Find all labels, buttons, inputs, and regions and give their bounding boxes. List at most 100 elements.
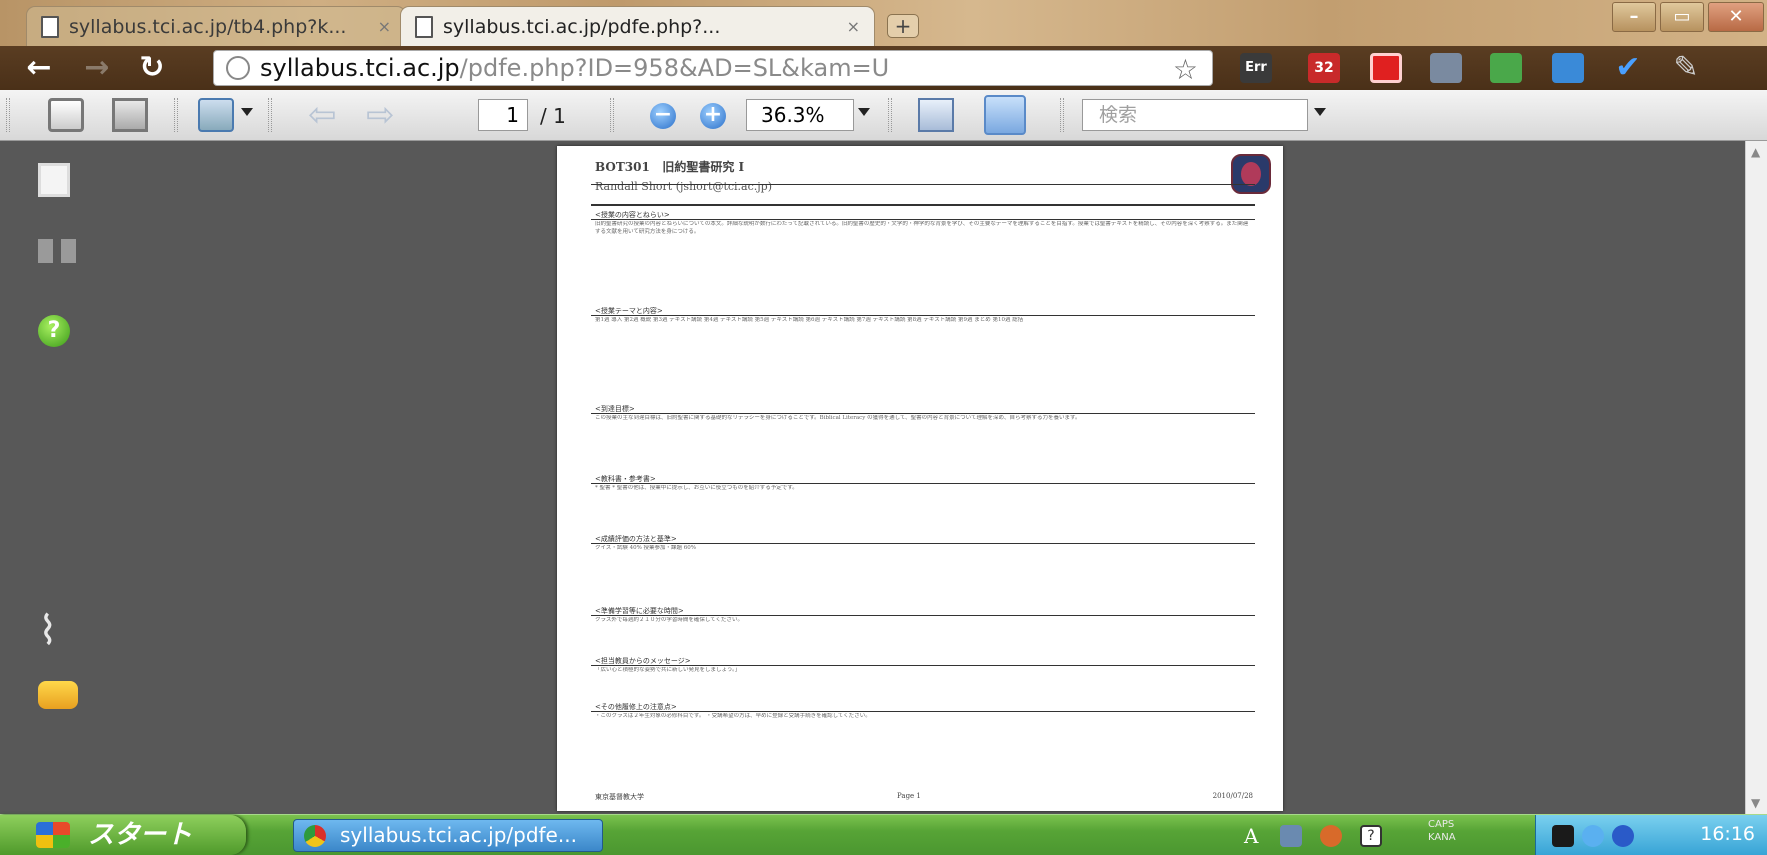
page-footer-center: Page 1 (897, 792, 921, 800)
ime-help-icon[interactable]: ? (1360, 825, 1382, 847)
caps-kana-indicator: CAPS KANA (1428, 818, 1456, 844)
zoom-out-icon[interactable]: − (650, 103, 676, 129)
globe-icon (226, 56, 250, 80)
help-icon[interactable]: ? (38, 315, 70, 347)
vertical-scrollbar[interactable]: ▲ ▼ (1745, 141, 1767, 814)
toolbar-separator (888, 98, 892, 132)
fit-page-icon[interactable] (984, 95, 1026, 135)
close-window-button[interactable]: ✕ (1708, 2, 1764, 32)
zoom-level-input[interactable]: 36.3% (746, 99, 854, 131)
zoom-in-icon[interactable]: + (700, 103, 726, 129)
taskbar-chrome-window[interactable]: syllabus.tci.ac.jp/pdfe... (293, 819, 603, 852)
previous-page-icon[interactable]: ⇦ (308, 98, 344, 132)
network-tray-icon[interactable] (1582, 825, 1604, 847)
close-icon[interactable]: × (378, 17, 391, 36)
pages-icon[interactable] (38, 163, 70, 197)
chevron-down-icon[interactable] (241, 108, 253, 116)
divider (591, 184, 1255, 185)
forward-arrow-icon[interactable]: → (80, 52, 114, 84)
count-extension-icon[interactable]: 32 (1308, 53, 1340, 83)
reload-icon[interactable]: ↻ (135, 52, 169, 84)
ime-tools-icon[interactable] (1280, 825, 1302, 847)
toolbar-separator (268, 98, 272, 132)
err-extension-icon[interactable]: Err (1240, 53, 1272, 83)
divider (591, 665, 1255, 666)
pdf-side-panel: ? ⌇ (0, 141, 128, 814)
paperclip-icon[interactable]: ⌇ (38, 611, 78, 651)
pdf-page: BOT301 旧約聖書研究 I Randall Short (jshort@tc… (557, 146, 1283, 811)
section-body: 第1週 導入 第2週 概説 第3週 テキスト講読 第4週 テキスト講読 第5週 … (595, 317, 1024, 323)
page-total: / 1 (540, 104, 566, 128)
email-icon[interactable] (198, 98, 234, 132)
divider (591, 711, 1255, 712)
maximize-button[interactable]: ▭ (1660, 2, 1704, 32)
wrench-icon[interactable]: ✎ (1670, 53, 1702, 83)
scroll-down-icon[interactable]: ▼ (1751, 796, 1760, 810)
pdf-search-input[interactable]: 検索 (1082, 99, 1308, 131)
divider (591, 483, 1255, 484)
url-host: syllabus.tci.ac.jp (260, 54, 460, 82)
url-path: /pdfe.php?ID=958&AD=SL&kam=U (459, 54, 890, 82)
scroll-up-icon[interactable]: ▲ (1751, 145, 1760, 159)
security-tray-icon[interactable] (1612, 825, 1634, 847)
divider (591, 615, 1255, 616)
address-bar[interactable]: syllabus.tci.ac.jp /pdfe.php?ID=958&AD=S… (213, 50, 1213, 86)
checkmark-icon[interactable]: ✔ (1612, 53, 1644, 83)
chevron-down-icon[interactable] (1314, 108, 1326, 116)
fit-width-icon[interactable] (918, 98, 954, 132)
tab-syllabus-tb4[interactable]: syllabus.tci.ac.jp/tb4.php?k... × (26, 6, 406, 46)
next-page-icon[interactable]: ⇨ (366, 98, 402, 132)
back-arrow-icon[interactable]: ← (22, 52, 56, 84)
toolbar-separator (1060, 98, 1064, 132)
print-icon[interactable] (48, 98, 84, 132)
divider (591, 413, 1255, 414)
clock: 16:16 (1700, 823, 1755, 845)
navigation-bar: ← → ↻ syllabus.tci.ac.jp /pdfe.php?ID=95… (0, 46, 1767, 90)
close-icon[interactable]: × (847, 17, 860, 36)
divider (591, 543, 1255, 544)
course-author: Randall Short (jshort@tci.ac.jp) (595, 180, 773, 193)
tab-title: syllabus.tci.ac.jp/tb4.php?k... (69, 15, 347, 38)
start-label: スタート (88, 820, 193, 850)
comments-icon[interactable] (38, 681, 78, 709)
pen-tray-icon[interactable] (1552, 825, 1574, 847)
page-footer-date: 2010/07/28 (1212, 792, 1253, 800)
university-seal-logo (1231, 154, 1271, 194)
divider (591, 219, 1255, 220)
course-code: BOT301 (595, 160, 650, 174)
chrome-icon (304, 825, 326, 847)
divider (591, 315, 1255, 316)
new-tab-button[interactable]: + (887, 14, 919, 38)
binoculars-icon[interactable] (38, 239, 76, 263)
minimize-button[interactable]: – (1612, 2, 1656, 32)
tab-strip: syllabus.tci.ac.jp/tb4.php?k... × syllab… (0, 0, 1767, 46)
page-footer-left: 東京基督教大学 (595, 793, 644, 801)
page-number-input[interactable]: 1 (478, 99, 528, 131)
course-heading: BOT301 旧約聖書研究 I (595, 158, 744, 175)
divider (591, 204, 1255, 206)
system-tray: 16:16 (1535, 815, 1767, 855)
dropbox-icon[interactable] (1552, 53, 1584, 83)
tab-syllabus-pdfe[interactable]: syllabus.tci.ac.jp/pdfe.php?... × (400, 6, 875, 46)
err-badge: Err (1245, 60, 1267, 75)
section-body: * 聖書 * 聖書の他は、授業中に提示し、お互いに役立つものを紹介する予定です。 (595, 485, 798, 491)
red-square-extension-icon[interactable] (1370, 53, 1402, 83)
windows-flag-icon (36, 822, 70, 848)
camera-extension-icon[interactable] (1430, 53, 1462, 83)
ime-mode-icon[interactable] (1320, 825, 1342, 847)
bookmark-star-icon[interactable]: ☆ (1173, 53, 1198, 86)
section-body: クイズ・試験 40% 授業参加・課題 60% (595, 545, 697, 551)
section-body: クラス外で毎週約２１０分の学習時間を確保してください。 (595, 617, 744, 623)
toolbar-separator (610, 98, 614, 132)
green-extension-icon[interactable] (1490, 53, 1522, 83)
tab-title: syllabus.tci.ac.jp/pdfe.php?... (443, 15, 721, 38)
language-indicator[interactable]: A (1244, 824, 1258, 848)
chevron-down-icon[interactable] (858, 108, 870, 116)
document-icon (41, 15, 59, 38)
section-body: 旧約聖書研究の授業の内容とねらいについての本文。詳細な説明が数行にわたって記載さ… (595, 221, 1249, 235)
start-button[interactable]: スタート (0, 815, 246, 855)
save-icon[interactable] (112, 98, 148, 132)
document-icon (415, 15, 433, 38)
pdf-toolbar: ⇦ ⇨ 1 / 1 − + 36.3% 検索 (0, 90, 1767, 141)
taskbar-item-label: syllabus.tci.ac.jp/pdfe... (340, 823, 577, 847)
